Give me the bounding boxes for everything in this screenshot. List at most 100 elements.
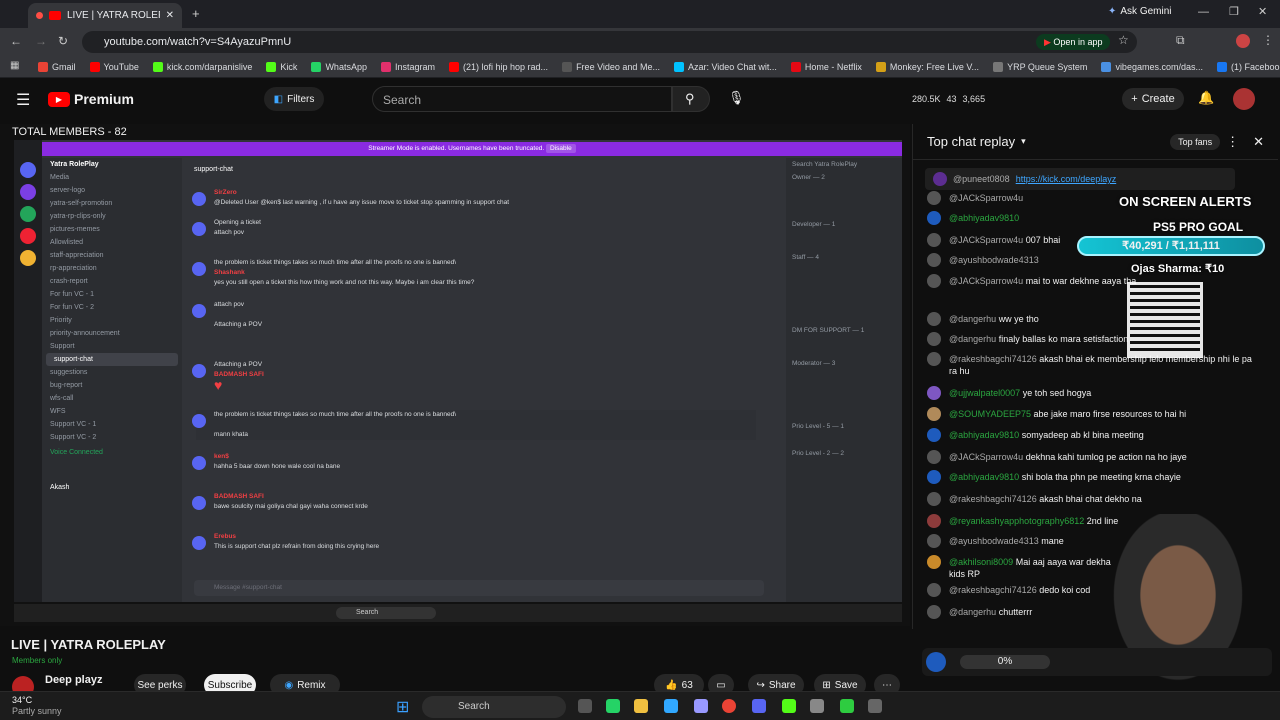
microphone-icon[interactable]: 🎙 [728, 90, 746, 108]
app-icon[interactable] [782, 699, 796, 713]
channel-item[interactable]: pictures-memes [42, 223, 182, 236]
address-bar[interactable]: youtube.com/watch?v=S4AyazuPmnU [82, 31, 1137, 53]
task-view-icon[interactable] [578, 699, 592, 713]
whatsapp-icon [311, 61, 322, 72]
channel-item[interactable]: Support VC - 2 [42, 431, 182, 444]
chat-message: @ujjwalpatel0007 ye toh sed hogya [927, 386, 1257, 400]
channel-item[interactable]: yatra-self-promotion [42, 197, 182, 210]
maximize-icon[interactable]: ❐ [1229, 5, 1239, 18]
profile-avatar-icon[interactable] [1236, 34, 1250, 48]
channel-item[interactable]: For fun VC - 1 [42, 288, 182, 301]
channel-name[interactable]: Deep playz [45, 674, 102, 686]
top-fans-button[interactable]: Top fans [1170, 133, 1221, 150]
progress-percent: 0% [960, 655, 1050, 669]
pinned-message[interactable]: @puneet0808 https://kick.com/deeplayz [925, 168, 1235, 190]
server-icon[interactable] [20, 184, 36, 200]
channel-item[interactable]: WFS [42, 405, 182, 418]
disable-button[interactable]: Disable [546, 144, 576, 153]
back-icon[interactable]: ← [10, 34, 22, 48]
apps-grid-icon[interactable]: ▦ [10, 60, 19, 71]
like-count: 63 [681, 679, 693, 691]
create-button[interactable]: + Create [1122, 88, 1184, 110]
bookmark-item[interactable]: kick.com/darpanislive [152, 61, 252, 72]
server-icon[interactable] [20, 228, 36, 244]
bookmark-item[interactable]: Gmail [38, 61, 76, 72]
photoshop-icon[interactable] [664, 699, 678, 713]
bookmark-item[interactable]: (21) lofi hip hop rad... [449, 61, 548, 72]
avatar [192, 192, 206, 206]
bookmark-item[interactable]: Azar: Video Chat wit... [673, 61, 777, 72]
chrome-icon[interactable] [722, 699, 736, 713]
channel-item[interactable]: bug-report [42, 379, 182, 392]
discord-icon[interactable] [752, 699, 766, 713]
reload-icon[interactable]: ↻ [58, 34, 68, 48]
pinned-link[interactable]: https://kick.com/deeplayz [1016, 174, 1117, 184]
whatsapp-icon[interactable] [606, 699, 620, 713]
bookmark-item[interactable]: YRP Queue System [993, 61, 1087, 72]
message-input[interactable]: Message #support-chat [194, 580, 764, 596]
category-label: Priority [50, 317, 72, 324]
file-explorer-icon[interactable] [634, 699, 648, 713]
channel-item[interactable]: priority-announcement [42, 327, 182, 340]
server-icon[interactable] [20, 162, 36, 178]
server-search-input[interactable]: Search Yatra RolePlay [786, 158, 902, 171]
server-name[interactable]: Yatra RolePlay [42, 158, 182, 171]
filters-button[interactable]: ◧ Filters [264, 87, 324, 111]
bookmark-item[interactable]: vibegames.com/das... [1101, 61, 1203, 72]
bookmark-item[interactable]: WhatsApp [311, 61, 367, 72]
bookmark-item[interactable]: Free Video and Me... [562, 61, 660, 72]
member-list: Search Yatra RolePlay Owner — 2 Develope… [786, 158, 902, 602]
chat-text: dekhna kahi tumlog pe action na ho jaye [1025, 452, 1187, 462]
bookmark-item[interactable]: (1) Facebook [1216, 61, 1280, 72]
chat-mode-dropdown[interactable]: Top chat replay [927, 134, 1015, 149]
channel-item[interactable]: For fun VC - 2 [42, 301, 182, 314]
channel-item[interactable]: yatra-rp-clips-only [42, 210, 182, 223]
account-avatar[interactable] [1233, 88, 1255, 110]
youtube-logo[interactable]: ▶ Premium [48, 91, 134, 107]
chat-author: @abhiyadav9810 [949, 472, 1020, 482]
channel-item[interactable]: suggestions [42, 366, 182, 379]
bookmark-item[interactable]: Instagram [380, 61, 435, 72]
premiere-icon[interactable] [694, 699, 708, 713]
server-icon[interactable] [20, 250, 36, 266]
close-tab-icon[interactable]: ✕ [166, 10, 174, 21]
channel-item[interactable]: staff-appreciation [42, 249, 182, 262]
search-button[interactable]: ⚲ [672, 86, 710, 112]
bookmark-item[interactable]: YouTube [89, 61, 139, 72]
minimize-icon[interactable]: — [1198, 6, 1209, 18]
windows-start-icon[interactable]: ⊞ [396, 697, 409, 717]
channel-item[interactable]: wfs-call [42, 392, 182, 405]
menu-icon[interactable]: ⋮ [1262, 33, 1274, 47]
weather-widget[interactable]: 34°C Partly sunny [12, 695, 62, 717]
extensions-icon[interactable]: ⧉ [1176, 33, 1185, 48]
close-window-icon[interactable]: ✕ [1258, 5, 1267, 18]
taskbar-search[interactable]: Search [422, 696, 566, 718]
notifications-bell-icon[interactable]: 🔔 [1198, 90, 1214, 106]
channel-item[interactable]: server-logo [42, 184, 182, 197]
more-options-icon[interactable]: ⋮ [1226, 134, 1239, 150]
bookmark-item[interactable]: Monkey: Free Live V... [875, 61, 979, 72]
new-tab-icon[interactable]: + [192, 6, 200, 21]
browser-tab[interactable]: LIVE | YATRA ROLEPLAY - YouTu ✕ [28, 3, 182, 28]
close-icon[interactable]: ✕ [1253, 134, 1264, 150]
channel-item[interactable]: crash-report [42, 275, 182, 288]
discord-message: Attaching a POV BADMASH SAFI ♥ [192, 360, 756, 394]
bookmark-item[interactable]: Home - Netflix [790, 61, 862, 72]
obs-icon[interactable] [810, 699, 824, 713]
avatar [927, 605, 941, 619]
forward-icon[interactable]: → [35, 34, 47, 48]
channel-item-active[interactable]: support-chat [46, 353, 178, 366]
chat-main: support-chat SirZero @Deleted User @ken$ … [186, 160, 774, 602]
search-input[interactable]: Search [372, 86, 672, 112]
bookmark-item[interactable]: Kick [266, 61, 297, 72]
open-in-app-button[interactable]: ▶ Open in app [1036, 34, 1111, 50]
app-icon[interactable] [868, 699, 882, 713]
member-group-label: Prio Level - 2 — 2 [792, 450, 845, 457]
server-icon[interactable] [20, 206, 36, 222]
app-icon[interactable] [840, 699, 854, 713]
hamburger-menu-icon[interactable]: ☰ [16, 90, 30, 110]
ask-gemini-button[interactable]: ✦ Ask Gemini [1108, 6, 1172, 17]
channel-item[interactable]: Support VC - 1 [42, 418, 182, 431]
channel-item[interactable]: rp-appreciation [42, 262, 182, 275]
bookmark-star-icon[interactable]: ☆ [1118, 33, 1129, 47]
